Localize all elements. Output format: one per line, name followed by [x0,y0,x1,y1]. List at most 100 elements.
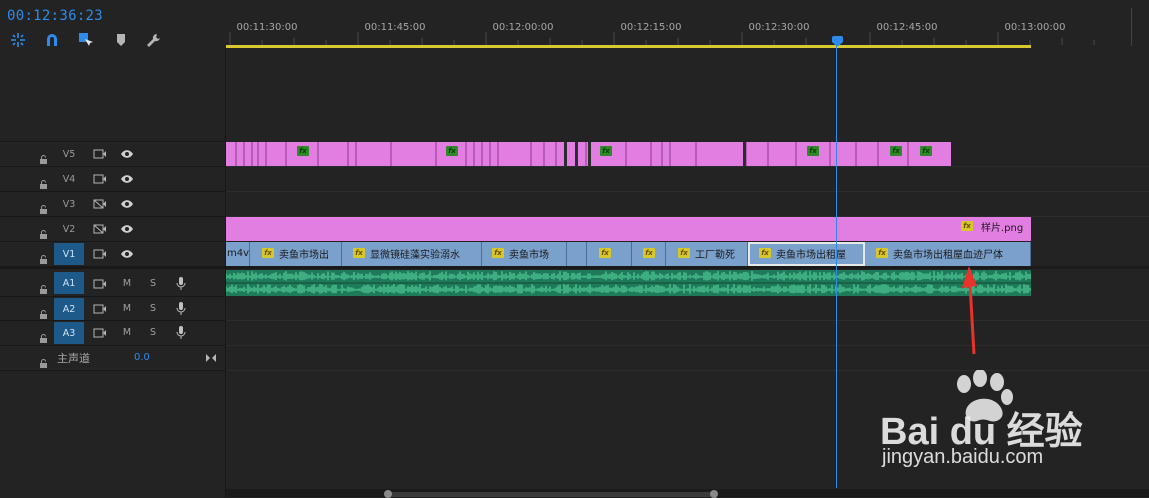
track-name-a3[interactable]: A3 [54,322,84,344]
eye-icon[interactable] [119,247,135,261]
row-divider [226,320,1149,321]
fx-badge[interactable]: fx [890,146,902,156]
v1-clip-label: fx [599,244,616,262]
v1-clip-label: fx 显微镜硅藻实验溺水 [353,244,460,262]
mute-button[interactable]: M [121,278,133,289]
solo-button[interactable]: S [147,327,159,338]
row-divider [226,191,1149,192]
lock-icon[interactable] [39,328,48,347]
v1-clip-label: fx [643,244,660,262]
lock-icon[interactable] [39,249,48,268]
lock-icon[interactable] [39,149,48,168]
fx-badge[interactable]: fx [492,248,504,258]
fx-badge[interactable]: fx [961,221,973,231]
row-divider [226,345,1149,346]
track-divider [0,320,226,321]
v1-clip-label: m4v [227,244,249,262]
mute-button[interactable]: M [121,303,133,314]
fx-badge[interactable]: fx [262,248,274,258]
snap-magnet-icon[interactable] [43,31,61,49]
clip-name: m4v [227,247,250,259]
sync-lock-icon[interactable] [92,172,108,186]
master-volume-value[interactable]: 0.0 [134,352,150,363]
v1-clip-label: fx 卖鱼市场 [492,244,549,262]
sync-lock-icon[interactable] [92,326,108,340]
lock-icon[interactable] [39,199,48,218]
sync-lock-icon[interactable] [92,302,108,316]
scrollbar-thumb[interactable] [388,492,714,497]
playhead-handle[interactable] [832,36,843,46]
track-name-v1[interactable]: V1 [54,243,84,265]
clip-name: 卖鱼市场 [509,249,549,261]
solo-button[interactable]: S [147,303,159,314]
solo-button[interactable]: S [147,278,159,289]
v2-clip[interactable] [226,217,1031,241]
v1-clip-label: fx 工厂勒死 [678,244,735,262]
current-timecode[interactable]: 00:12:36:23 [7,8,103,24]
work-area-bar[interactable] [226,45,1031,48]
v1-clip-label: fx 卖鱼市场出租屋血迹尸体 [876,244,1003,262]
fx-badge[interactable]: fx [599,248,611,258]
v2-clip-label: 样片.png [981,223,1024,234]
fx-badge[interactable]: fx [353,248,365,258]
sync-lock-off-icon[interactable] [92,222,108,236]
audio-waveform [226,271,1031,294]
fx-badge[interactable]: fx [759,248,771,258]
v5-clip-edges [235,142,909,166]
marker-icon[interactable] [112,31,130,49]
clip-name: 显微镜硅藻实验溺水 [370,249,460,261]
eye-icon[interactable] [119,222,135,236]
video-audio-divider [0,266,226,269]
wrench-icon[interactable] [145,31,163,49]
lock-icon[interactable] [39,304,48,323]
track-name-a1[interactable]: A1 [54,272,84,294]
track-divider [0,166,226,167]
eye-icon[interactable] [119,147,135,161]
lock-icon[interactable] [39,174,48,193]
clip-name: 卖鱼市场出租屋血迹尸体 [893,249,1003,261]
master-meter-icon[interactable] [205,348,217,367]
fx-badge[interactable]: fx [920,146,932,156]
fx-badge[interactable]: fx [600,146,612,156]
mute-button[interactable]: M [121,327,133,338]
sync-lock-icon[interactable] [92,247,108,261]
lock-icon[interactable] [39,353,48,372]
fx-badge[interactable]: fx [446,146,458,156]
v1-clip-label: fx 卖鱼市场出租屋 [759,244,846,262]
row-divider [226,266,1149,269]
eye-icon[interactable] [119,197,135,211]
track-divider [0,296,226,297]
sync-lock-off-icon[interactable] [92,197,108,211]
fx-badge[interactable]: fx [876,248,888,258]
panel-divider [1131,8,1132,46]
linked-select-icon[interactable] [77,31,95,49]
ruler-ticks [229,32,1095,45]
track-divider [0,216,226,217]
microphone-icon[interactable] [173,301,189,315]
track-divider [0,141,226,142]
track-name-a2[interactable]: A2 [54,298,84,320]
fx-badge[interactable]: fx [643,248,655,258]
baidu-watermark: Bai du 经验 jingyan.baidu.com [880,370,1095,475]
playhead-line[interactable] [836,44,837,488]
sync-lock-icon[interactable] [92,147,108,161]
clip-name: 工厂勒死 [695,249,735,261]
lock-icon[interactable] [39,279,48,298]
v1-clip[interactable] [567,242,587,266]
track-name-v5[interactable]: V5 [54,143,84,165]
fx-badge[interactable]: fx [807,146,819,156]
lock-icon[interactable] [39,224,48,243]
track-name-v3[interactable]: V3 [54,193,84,215]
track-divider [0,241,226,242]
fx-badge[interactable]: fx [678,248,690,258]
a1-audio-clip[interactable] [226,270,1031,296]
ripple-icon[interactable] [9,31,27,49]
track-name-v4[interactable]: V4 [54,168,84,190]
microphone-icon[interactable] [173,276,189,290]
microphone-icon[interactable] [173,325,189,339]
sync-lock-icon[interactable] [92,277,108,291]
track-name-v2[interactable]: V2 [54,218,84,240]
track-divider [0,345,226,346]
fx-badge[interactable]: fx [297,146,309,156]
eye-icon[interactable] [119,172,135,186]
